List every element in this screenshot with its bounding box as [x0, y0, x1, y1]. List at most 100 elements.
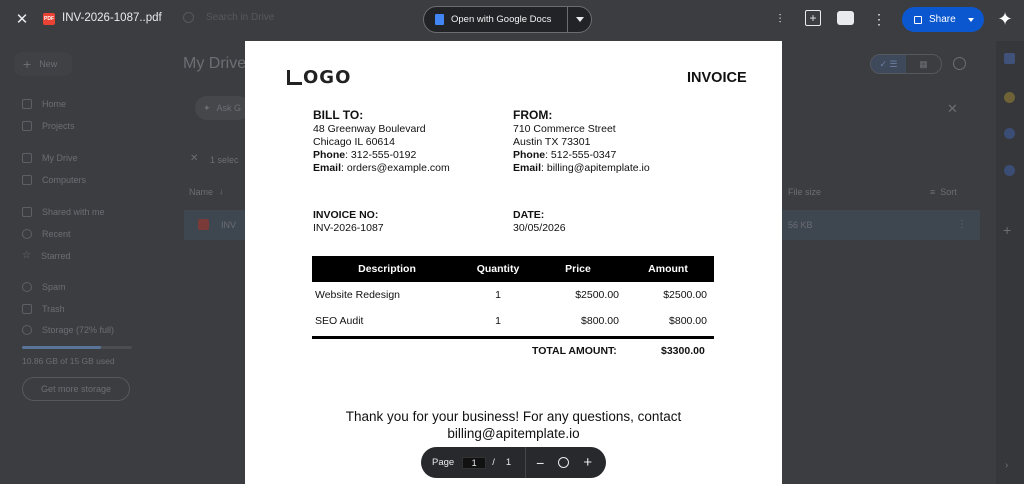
- gemini-icon[interactable]: ✦: [995, 8, 1015, 30]
- table-row: Website Redesign 1 $2500.00 $2500.00: [312, 282, 714, 308]
- tasks-icon[interactable]: [1004, 128, 1015, 139]
- sidebar-item-home[interactable]: Home: [22, 99, 66, 109]
- lock-icon: [914, 15, 922, 24]
- add-addon-icon[interactable]: +: [1003, 222, 1011, 238]
- get-storage-button[interactable]: Get more storage: [22, 377, 130, 401]
- add-comment-icon[interactable]: +: [805, 10, 821, 26]
- info-icon[interactable]: [953, 57, 966, 70]
- grid-view-icon[interactable]: ▦: [906, 55, 941, 73]
- from-line2: Austin TX 73301: [513, 136, 591, 148]
- item-description: SEO Audit: [315, 315, 364, 327]
- close-ask-icon[interactable]: ✕: [947, 101, 958, 117]
- arrow-down-icon: ↓: [219, 186, 224, 196]
- contacts-icon[interactable]: [1004, 165, 1015, 176]
- item-price: $800.00: [581, 315, 619, 327]
- item-description: Website Redesign: [315, 289, 401, 301]
- sidebar-item-storage[interactable]: Storage (72% full): [22, 325, 114, 335]
- page-separator: /: [492, 457, 495, 468]
- share-button[interactable]: Share: [902, 7, 984, 32]
- pdf-page: OGO INVOICE BILL TO: 48 Greenway Bouleva…: [245, 41, 782, 484]
- bill-to-email: Email: orders@example.com: [313, 162, 450, 174]
- people-icon: [22, 207, 32, 217]
- company-logo: OGO: [287, 67, 351, 88]
- page-title: My Drive: [183, 55, 247, 72]
- bill-to-block: BILL TO: 48 Greenway Boulevard Chicago I…: [313, 109, 450, 175]
- trash-icon: [22, 304, 32, 314]
- col-price: Price: [534, 256, 622, 282]
- close-icon[interactable]: ✕: [12, 9, 32, 29]
- projects-icon: [22, 121, 32, 131]
- page-number-input[interactable]: 1: [462, 456, 487, 469]
- zoom-in-icon[interactable]: +: [583, 454, 592, 471]
- item-quantity: 1: [495, 289, 501, 301]
- print-icon[interactable]: [837, 11, 854, 25]
- from-email: Email: billing@apitemplate.io: [513, 162, 650, 174]
- zoom-out-icon[interactable]: −: [536, 455, 544, 471]
- close-selection-icon[interactable]: ✕: [190, 153, 198, 164]
- list-view-icon[interactable]: ✓ ☰: [871, 55, 906, 73]
- item-quantity: 1: [495, 315, 501, 327]
- zoom-icon[interactable]: [558, 457, 570, 468]
- sidebar-item-spam[interactable]: Spam: [22, 282, 66, 292]
- audio-icon[interactable]: ⫶: [771, 11, 789, 27]
- clock-icon: [22, 229, 32, 239]
- from-heading: FROM:: [513, 108, 553, 122]
- row-size: 56 KB: [788, 220, 813, 230]
- col-description: Description: [312, 256, 462, 282]
- storage-bar: [22, 346, 132, 349]
- table-header: Description Quantity Price Amount: [312, 256, 714, 282]
- sidebar-item-recent[interactable]: Recent: [22, 229, 71, 239]
- bill-to-heading: BILL TO:: [313, 108, 364, 122]
- total-divider: [312, 336, 714, 339]
- item-price: $2500.00: [575, 289, 619, 301]
- storage-text: 10.86 GB of 15 GB used: [22, 356, 115, 366]
- open-with-dropdown[interactable]: [568, 7, 591, 32]
- sidebar-item-starred[interactable]: ☆ Starred: [22, 250, 70, 261]
- selection-count: 1 selec: [210, 155, 239, 165]
- share-dropdown-icon[interactable]: [967, 17, 974, 22]
- sidebar-item-shared[interactable]: Shared with me: [22, 207, 105, 217]
- col-amount: Amount: [622, 256, 714, 282]
- spam-icon: [22, 282, 32, 292]
- computer-icon: [22, 175, 32, 185]
- from-line1: 710 Commerce Street: [513, 123, 616, 135]
- thank-you-line2: billing@apitemplate.io: [447, 426, 580, 441]
- ask-button[interactable]: ✦ Ask G: [195, 96, 250, 120]
- view-toggle[interactable]: ✓ ☰ ▦: [870, 54, 942, 74]
- sort-button[interactable]: ≡ Sort: [930, 187, 957, 197]
- star-icon: ☆: [22, 250, 31, 261]
- row-more-icon[interactable]: ⋮: [957, 219, 967, 230]
- sidebar-item-computers[interactable]: Computers: [22, 175, 86, 185]
- more-options-icon[interactable]: ⋮: [870, 9, 888, 29]
- invoice-title: INVOICE: [687, 70, 747, 86]
- open-with-docs-main[interactable]: Open with Google Docs: [424, 7, 567, 32]
- column-name[interactable]: Name: [189, 187, 213, 197]
- date-label: DATE:: [513, 209, 545, 221]
- preview-toolbar: ✕ PDF INV-2026-1087..pdf Open with Googl…: [0, 0, 1024, 38]
- items-table: Description Quantity Price Amount Websit…: [312, 256, 714, 334]
- table-row: SEO Audit 1 $800.00 $800.00: [312, 308, 714, 334]
- sidebar-item-trash[interactable]: Trash: [22, 304, 65, 314]
- calendar-icon[interactable]: [1004, 53, 1015, 64]
- date-block: DATE: 30/05/2026: [513, 209, 566, 235]
- from-phone: Phone: 512-555-0347: [513, 149, 617, 161]
- invoice-number-block: INVOICE NO: INV-2026-1087: [313, 209, 384, 235]
- pdf-badge-icon: PDF: [43, 13, 55, 25]
- sort-icon: ≡: [930, 187, 936, 197]
- sidebar-item-projects[interactable]: Projects: [22, 121, 75, 131]
- keep-icon[interactable]: [1004, 92, 1015, 103]
- cloud-icon: [22, 325, 32, 335]
- plus-icon: +: [23, 56, 32, 72]
- total-amount: $3300.00: [661, 345, 705, 357]
- new-button[interactable]: + New: [14, 52, 72, 76]
- open-with-docs-button[interactable]: Open with Google Docs: [423, 6, 592, 33]
- expand-panel-icon[interactable]: ›: [1005, 460, 1008, 471]
- drive-icon: [22, 153, 32, 163]
- from-block: FROM: 710 Commerce Street Austin TX 7330…: [513, 109, 650, 175]
- invoice-number: INV-2026-1087: [313, 222, 384, 234]
- invoice-number-label: INVOICE NO:: [313, 209, 379, 221]
- sidebar-item-my-drive[interactable]: My Drive: [22, 153, 78, 163]
- thank-you-line1: Thank you for your business! For any que…: [345, 409, 682, 424]
- right-panel: [996, 41, 1024, 484]
- item-amount: $2500.00: [663, 289, 707, 301]
